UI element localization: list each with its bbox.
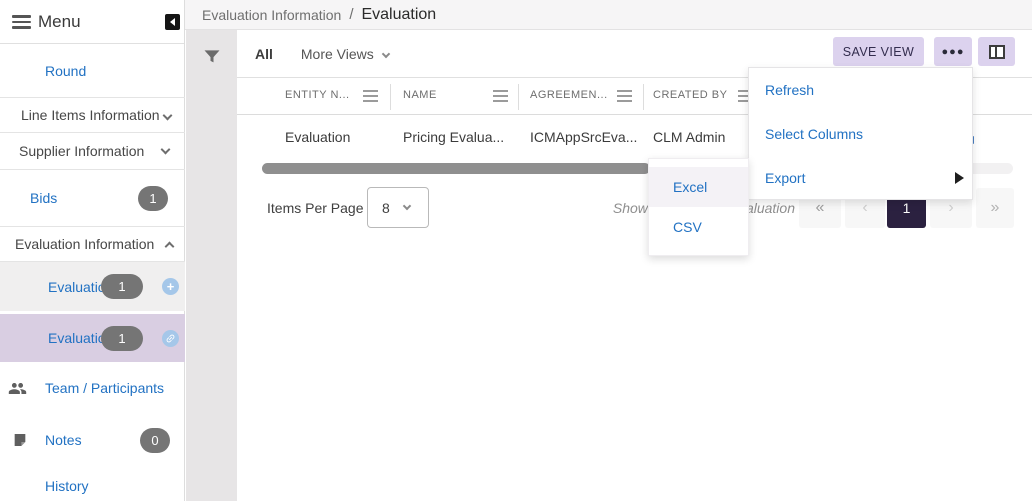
note-icon	[12, 432, 28, 448]
menu-item-refresh[interactable]: Refresh	[749, 68, 972, 112]
horizontal-scrollbar-thumb[interactable]	[262, 163, 650, 174]
chevron-down-icon	[382, 49, 390, 57]
sidebar-item-history[interactable]: History	[0, 470, 185, 501]
sidebar: Menu Round Line Items Information Suppli…	[0, 0, 185, 501]
team-icon	[8, 379, 27, 398]
sidebar-item-evaluation-2-selected[interactable]: Evaluation 1	[0, 314, 185, 362]
tab-all[interactable]: All	[255, 46, 273, 62]
column-menu-icon[interactable]	[493, 90, 508, 102]
evaluation-count-badge: 1	[101, 274, 143, 299]
sidebar-section-evaluation-information[interactable]: Evaluation Information	[0, 227, 185, 262]
columns-icon	[989, 45, 1005, 59]
pagination-last-button[interactable]: »	[976, 188, 1014, 228]
export-submenu: Excel CSV	[648, 158, 749, 256]
sidebar-section-label: Evaluation Information	[15, 236, 154, 252]
chevron-up-icon	[165, 242, 175, 252]
submenu-item-label: CSV	[673, 219, 702, 235]
more-views-label: More Views	[301, 46, 374, 62]
filter-rail	[186, 30, 237, 501]
menu-item-export[interactable]: Export	[749, 156, 972, 200]
sidebar-item-evaluation-1[interactable]: Evaluation 1 +	[0, 262, 185, 311]
sidebar-item-label: Round	[45, 63, 86, 79]
breadcrumb-parent[interactable]: Evaluation Information	[202, 7, 341, 23]
page-size-value: 8	[382, 200, 390, 216]
column-menu-icon[interactable]	[363, 90, 378, 102]
menu-item-label: Export	[765, 170, 805, 186]
sidebar-item-notes[interactable]: Notes 0	[0, 418, 185, 462]
collapse-left-icon	[170, 18, 175, 26]
items-per-page-label: Items Per Page	[267, 188, 364, 228]
sidebar-section-label: Line Items Information	[21, 107, 160, 123]
sidebar-item-label: Team / Participants	[45, 380, 164, 396]
more-actions-button[interactable]: ●●●	[934, 37, 972, 66]
submenu-arrow-icon	[955, 172, 964, 184]
sidebar-section-label: Supplier Information	[19, 143, 144, 159]
app-window: Menu Round Line Items Information Suppli…	[0, 0, 1032, 501]
submenu-item-label: Excel	[673, 179, 707, 195]
submenu-item-excel[interactable]: Excel	[649, 167, 748, 207]
submenu-item-csv[interactable]: CSV	[649, 207, 748, 247]
column-separator	[390, 84, 391, 110]
notes-count-badge: 0	[140, 428, 170, 453]
sidebar-item-bids[interactable]: Bids 1	[0, 170, 185, 227]
breadcrumb: Evaluation Information / Evaluation	[185, 0, 1032, 30]
column-header-created-by[interactable]: CREATED BY	[653, 89, 727, 101]
filter-icon[interactable]	[202, 47, 222, 67]
column-separator	[643, 84, 644, 110]
sidebar-item-label: Bids	[30, 190, 57, 206]
page-size-select[interactable]: 8	[367, 187, 429, 228]
hamburger-menu-icon[interactable]	[12, 15, 31, 29]
more-actions-context-menu: Refresh Select Columns Export	[748, 67, 973, 200]
column-menu-icon[interactable]	[617, 90, 632, 102]
sidebar-title: Menu	[38, 12, 81, 32]
sidebar-collapse-button[interactable]	[165, 14, 180, 30]
column-header-entity-name[interactable]: ENTITY N...	[285, 89, 350, 101]
sidebar-section-supplier-information[interactable]: Supplier Information	[0, 133, 185, 170]
cell-agreement: ICMAppSrcEva...	[530, 129, 637, 145]
bids-count-badge: 1	[138, 186, 168, 211]
menu-item-label: Refresh	[765, 82, 814, 98]
more-views-dropdown[interactable]: More Views	[301, 46, 389, 62]
breadcrumb-current: Evaluation	[361, 6, 436, 24]
link-icon[interactable]	[162, 330, 179, 347]
sidebar-item-team-participants[interactable]: Team / Participants	[0, 366, 185, 410]
sidebar-item-label: Notes	[45, 432, 82, 448]
sidebar-item-label: History	[45, 478, 89, 494]
cell-created-by: CLM Admin	[653, 129, 725, 145]
cell-entity-name: Evaluation	[285, 129, 350, 145]
chevron-down-icon	[403, 201, 411, 209]
menu-item-label: Select Columns	[765, 126, 863, 142]
menu-item-select-columns[interactable]: Select Columns	[749, 112, 972, 156]
chevron-down-icon	[163, 111, 173, 121]
column-separator	[518, 84, 519, 110]
column-chooser-button[interactable]	[978, 37, 1015, 66]
chevron-down-icon	[161, 145, 171, 155]
breadcrumb-separator: /	[349, 6, 353, 23]
sidebar-header: Menu	[0, 0, 184, 44]
cell-name: Pricing Evalua...	[403, 129, 504, 145]
column-header-name[interactable]: NAME	[403, 89, 437, 101]
add-plus-icon[interactable]: +	[162, 278, 179, 295]
sidebar-item-round[interactable]: Round	[0, 44, 185, 98]
evaluation-count-badge: 1	[101, 326, 143, 351]
sidebar-section-line-items-information[interactable]: Line Items Information	[0, 98, 185, 133]
column-header-agreement[interactable]: AGREEMEN...	[530, 89, 608, 101]
save-view-button[interactable]: SAVE VIEW	[833, 37, 924, 66]
